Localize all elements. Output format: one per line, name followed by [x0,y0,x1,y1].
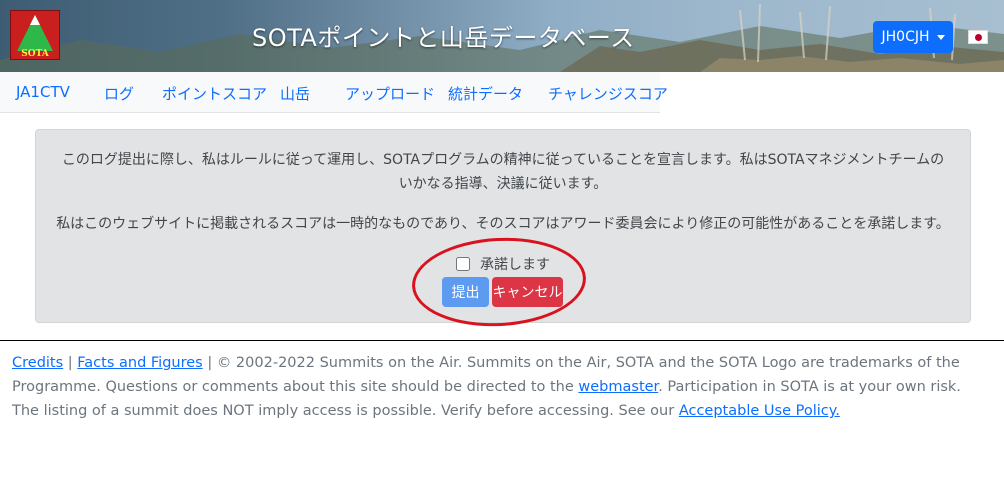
declaration-text-1: このログ提出に際し、私はルールに従って運用し、SOTAプログラムの精神に従ってい… [61,152,945,192]
declaration-text-2: 私はこのウェブサイトに掲載されるスコアは一時的なものであり、そのスコアはアワード… [56,216,950,232]
nav-item-points[interactable]: ポイントスコア [162,83,267,104]
nav-item-upload[interactable]: アップロード [345,83,435,104]
declaration-panel: このログ提出に際し、私はルールに従って運用し、SOTAプログラムの精神に従ってい… [35,129,971,323]
footer-divider [0,340,1004,341]
caret-down-icon [936,34,945,40]
sota-logo-icon: SOTA [17,15,53,59]
nav-item-stats[interactable]: 統計データ [448,83,523,104]
facts-and-figures-link[interactable]: Facts and Figures [77,355,202,371]
flag-sun [975,34,982,41]
header-banner: SOTA SOTAポイントと山岳データベース JH0CJH [0,0,1004,72]
sota-logo[interactable]: SOTA [10,10,60,60]
nav-item-log[interactable]: ログ [104,83,134,104]
acceptable-use-policy-link[interactable]: Acceptable Use Policy. [679,403,840,419]
user-callsign: JH0CJH [881,29,930,45]
site-title: SOTAポイントと山岳データベース [252,24,635,52]
agree-checkbox-row[interactable]: 承諾します [456,254,550,274]
agree-checkbox[interactable] [456,257,470,271]
cancel-button[interactable]: キャンセル [492,277,563,307]
agree-label: 承諾します [480,257,550,273]
user-menu-button[interactable]: JH0CJH [873,21,953,53]
nav-item-summits[interactable]: 山岳 [280,83,310,104]
submit-button[interactable]: 提出 [442,277,489,307]
footer-text: Credits | Facts and Figures | © 2002-202… [12,351,987,423]
japan-flag-icon[interactable] [968,30,988,44]
webmaster-link[interactable]: webmaster [578,379,658,395]
main-nav: JA1CTV ログ ポイントスコア 山岳 アップロード 統計データ チャレンジス… [0,72,668,113]
credits-link[interactable]: Credits [12,355,63,371]
svg-text:SOTA: SOTA [21,49,50,59]
nav-item-challenge[interactable]: チャレンジスコア [548,83,668,104]
footer-separator: | [63,355,78,371]
nav-item-callsign[interactable]: JA1CTV [16,83,70,101]
